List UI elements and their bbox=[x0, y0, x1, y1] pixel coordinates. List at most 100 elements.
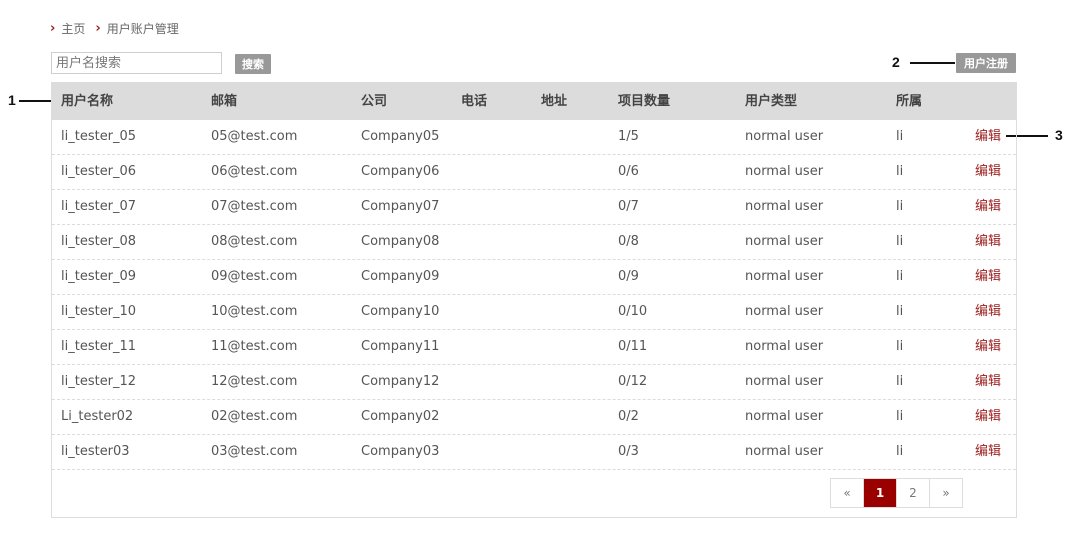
table-row: li_tester03 03@test.com Company03 0/3 normal… bbox=[52, 435, 1016, 470]
cell-owner: li bbox=[896, 304, 904, 319]
cell-owner: li bbox=[896, 269, 904, 284]
edit-link[interactable]: 编辑 bbox=[975, 190, 1001, 224]
cell-projects: 0/2 bbox=[618, 409, 639, 424]
cell-company: Company06 bbox=[361, 164, 440, 179]
cell-company: Company08 bbox=[361, 234, 440, 249]
edit-link[interactable]: 编辑 bbox=[975, 225, 1001, 259]
cell-company: Company12 bbox=[361, 374, 440, 389]
callout-2-number: 2 bbox=[892, 54, 900, 70]
cell-email: 02@test.com bbox=[211, 409, 298, 424]
pagination-next[interactable]: » bbox=[930, 479, 962, 507]
cell-user-type: normal user bbox=[745, 444, 824, 459]
breadcrumb: › 主页 › 用户账户管理 bbox=[50, 18, 189, 38]
cell-email: 09@test.com bbox=[211, 269, 298, 284]
pagination-page-2[interactable]: 2 bbox=[897, 479, 930, 507]
column-header-address: 地址 bbox=[541, 94, 568, 109]
edit-link[interactable]: 编辑 bbox=[975, 435, 1001, 469]
breadcrumb-home[interactable]: › 主页 bbox=[50, 20, 85, 37]
table-row: li_tester_09 09@test.com Company09 0/9 norma… bbox=[52, 260, 1016, 295]
column-header-email: 邮箱 bbox=[211, 94, 238, 109]
cell-owner: li bbox=[896, 164, 904, 179]
cell-username: li_tester_08 bbox=[61, 234, 137, 249]
cell-projects: 0/8 bbox=[618, 234, 639, 249]
edit-link[interactable]: 编辑 bbox=[975, 120, 1001, 154]
cell-email: 06@test.com bbox=[211, 164, 298, 179]
column-header-user-type: 用户类型 bbox=[745, 94, 798, 109]
table-header: 用户名称 邮箱 公司 电话 地址 项目数量 用户类型 所属 bbox=[52, 83, 1016, 120]
breadcrumb-current-label: 用户账户管理 bbox=[106, 21, 179, 36]
cell-projects: 0/10 bbox=[618, 304, 648, 319]
cell-company: Company05 bbox=[361, 129, 440, 144]
edit-link[interactable]: 编辑 bbox=[975, 295, 1001, 329]
table-row: li_tester_08 08@test.com Company08 0/8 norma… bbox=[52, 225, 1016, 260]
table-row: li_tester_07 07@test.com Company07 0/7 norma… bbox=[52, 190, 1016, 225]
cell-email: 11@test.com bbox=[211, 339, 298, 354]
edit-link[interactable]: 编辑 bbox=[975, 400, 1001, 434]
edit-link[interactable]: 编辑 bbox=[975, 330, 1001, 364]
cell-projects: 0/3 bbox=[618, 444, 639, 459]
cell-user-type: normal user bbox=[745, 164, 824, 179]
column-header-username: 用户名称 bbox=[61, 94, 114, 109]
cell-user-type: normal user bbox=[745, 339, 824, 354]
cell-company: Company03 bbox=[361, 444, 440, 459]
table-row: li_tester_12 12@test.com Company12 0/12 norm… bbox=[52, 365, 1016, 400]
callout-2-line bbox=[910, 62, 955, 64]
table-row: li_tester_06 06@test.com Company06 0/6 norma… bbox=[52, 155, 1016, 190]
cell-projects: 0/6 bbox=[618, 164, 639, 179]
register-user-button[interactable]: 用户注册 bbox=[956, 53, 1016, 73]
edit-link[interactable]: 编辑 bbox=[975, 260, 1001, 294]
cell-owner: li bbox=[896, 129, 904, 144]
cell-email: 10@test.com bbox=[211, 304, 298, 319]
cell-username: li_tester_10 bbox=[61, 304, 137, 319]
pagination-prev[interactable]: « bbox=[831, 479, 864, 507]
pagination-page-1[interactable]: 1 bbox=[864, 479, 897, 507]
cell-owner: li bbox=[896, 444, 904, 459]
callout-1-number: 1 bbox=[8, 92, 16, 108]
edit-link[interactable]: 编辑 bbox=[975, 365, 1001, 399]
cell-username: li_tester_05 bbox=[61, 129, 137, 144]
cell-owner: li bbox=[896, 234, 904, 249]
cell-user-type: normal user bbox=[745, 374, 824, 389]
cell-company: Company02 bbox=[361, 409, 440, 424]
cell-company: Company09 bbox=[361, 269, 440, 284]
search-button[interactable]: 搜索 bbox=[235, 54, 271, 74]
column-header-projects: 项目数量 bbox=[618, 94, 671, 109]
cell-user-type: normal user bbox=[745, 199, 824, 214]
callout-3-number: 3 bbox=[1055, 127, 1063, 143]
cell-company: Company11 bbox=[361, 339, 440, 354]
cell-owner: li bbox=[896, 409, 904, 424]
table-row: li_tester_10 10@test.com Company10 0/10 norm… bbox=[52, 295, 1016, 330]
cell-user-type: normal user bbox=[745, 129, 824, 144]
cell-username: li_tester03 bbox=[61, 444, 130, 459]
cell-user-type: normal user bbox=[745, 234, 824, 249]
cell-username: li_tester_07 bbox=[61, 199, 137, 214]
cell-projects: 0/7 bbox=[618, 199, 639, 214]
cell-username: li_tester_11 bbox=[61, 339, 137, 354]
chevron-right-icon: › bbox=[50, 20, 56, 36]
breadcrumb-home-label[interactable]: 主页 bbox=[61, 20, 85, 37]
breadcrumb-current: › 用户账户管理 bbox=[95, 20, 178, 37]
search-input[interactable] bbox=[51, 52, 222, 74]
cell-company: Company10 bbox=[361, 304, 440, 319]
cell-projects: 1/5 bbox=[618, 129, 639, 144]
cell-owner: li bbox=[896, 374, 904, 389]
cell-company: Company07 bbox=[361, 199, 440, 214]
cell-owner: li bbox=[896, 339, 904, 354]
cell-username: Li_tester02 bbox=[61, 409, 134, 424]
cell-projects: 0/9 bbox=[618, 269, 639, 284]
column-header-phone: 电话 bbox=[461, 94, 488, 109]
cell-email: 05@test.com bbox=[211, 129, 298, 144]
table-row: li_tester_11 11@test.com Company11 0/11 norm… bbox=[52, 330, 1016, 365]
cell-username: li_tester_09 bbox=[61, 269, 137, 284]
column-header-owner: 所属 bbox=[896, 94, 923, 109]
cell-projects: 0/12 bbox=[618, 374, 648, 389]
pagination: « 1 2 » bbox=[830, 478, 963, 508]
edit-link[interactable]: 编辑 bbox=[975, 155, 1001, 189]
cell-email: 12@test.com bbox=[211, 374, 298, 389]
cell-username: li_tester_12 bbox=[61, 374, 137, 389]
cell-user-type: normal user bbox=[745, 409, 824, 424]
cell-username: li_tester_06 bbox=[61, 164, 137, 179]
chevron-right-icon: › bbox=[95, 20, 101, 36]
table-row: Li_tester02 02@test.com Company02 0/2 normal… bbox=[52, 400, 1016, 435]
cell-user-type: normal user bbox=[745, 304, 824, 319]
